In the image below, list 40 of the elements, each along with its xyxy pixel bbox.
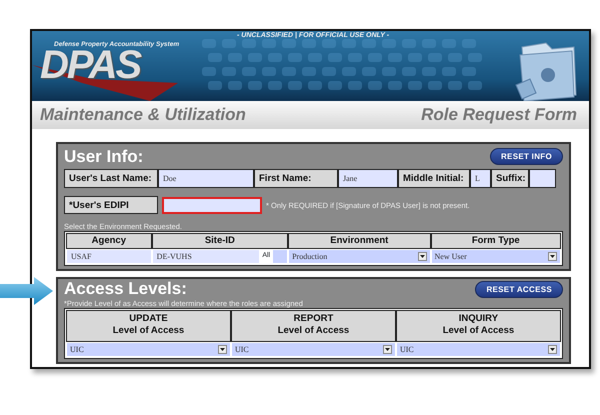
dropdown-arrow-icon: [418, 252, 427, 261]
column-subtitle: Level of Access: [276, 324, 350, 337]
access-level-dropdown[interactable]: UIC: [396, 342, 561, 357]
site-id-field[interactable]: DE-VUHS: [152, 248, 260, 264]
dropdown-arrow-icon: [382, 345, 392, 354]
form-title: Role Request Form: [421, 105, 577, 125]
field-label: First Name:: [254, 169, 338, 188]
column-subtitle: Level of Access: [442, 324, 516, 337]
reset-access-button[interactable]: RESET ACCESS: [475, 280, 563, 298]
text-field[interactable]: L: [470, 169, 491, 188]
form-type-dropdown[interactable]: New User: [430, 248, 561, 264]
dropdown-arrow-icon: [218, 345, 227, 354]
column-title: UPDATE: [128, 313, 169, 325]
edipi-field[interactable]: [162, 196, 262, 214]
field-label: Middle Initial:: [398, 169, 470, 188]
reset-info-button[interactable]: RESET INFO: [490, 148, 563, 165]
dropdown-arrow-icon: [548, 252, 557, 261]
agency-field[interactable]: USAF: [66, 248, 152, 264]
column-subtitle: Level of Access: [112, 324, 186, 337]
column-title: REPORT: [292, 313, 334, 325]
column-title: INQUIRY: [458, 313, 500, 325]
column-header: Form Type: [430, 233, 561, 249]
text-field[interactable]: Jane: [338, 169, 398, 188]
column-header: Site-ID: [152, 233, 288, 249]
field-label: Suffix:: [491, 169, 529, 188]
access-level-dropdown[interactable]: UIC: [66, 342, 231, 357]
field-label: *User's EDIPI: [64, 196, 158, 214]
field-label: User's Last Name:: [64, 169, 158, 188]
access-level-dropdown[interactable]: UIC: [230, 342, 396, 357]
dropdown-arrow-icon: [548, 345, 557, 354]
arrow-icon: [0, 276, 54, 306]
section-title: User Info:: [64, 146, 144, 166]
scope-checkbox[interactable]: [272, 248, 288, 264]
module-title: Maintenance & Utilization: [40, 105, 246, 125]
section-title: Access Levels:: [64, 279, 187, 299]
text-field[interactable]: Doe: [158, 169, 254, 188]
column-header: Environment: [288, 233, 431, 249]
column-header: Agency: [66, 233, 152, 249]
environment-dropdown[interactable]: Production: [288, 248, 431, 264]
text-field[interactable]: [529, 169, 556, 188]
